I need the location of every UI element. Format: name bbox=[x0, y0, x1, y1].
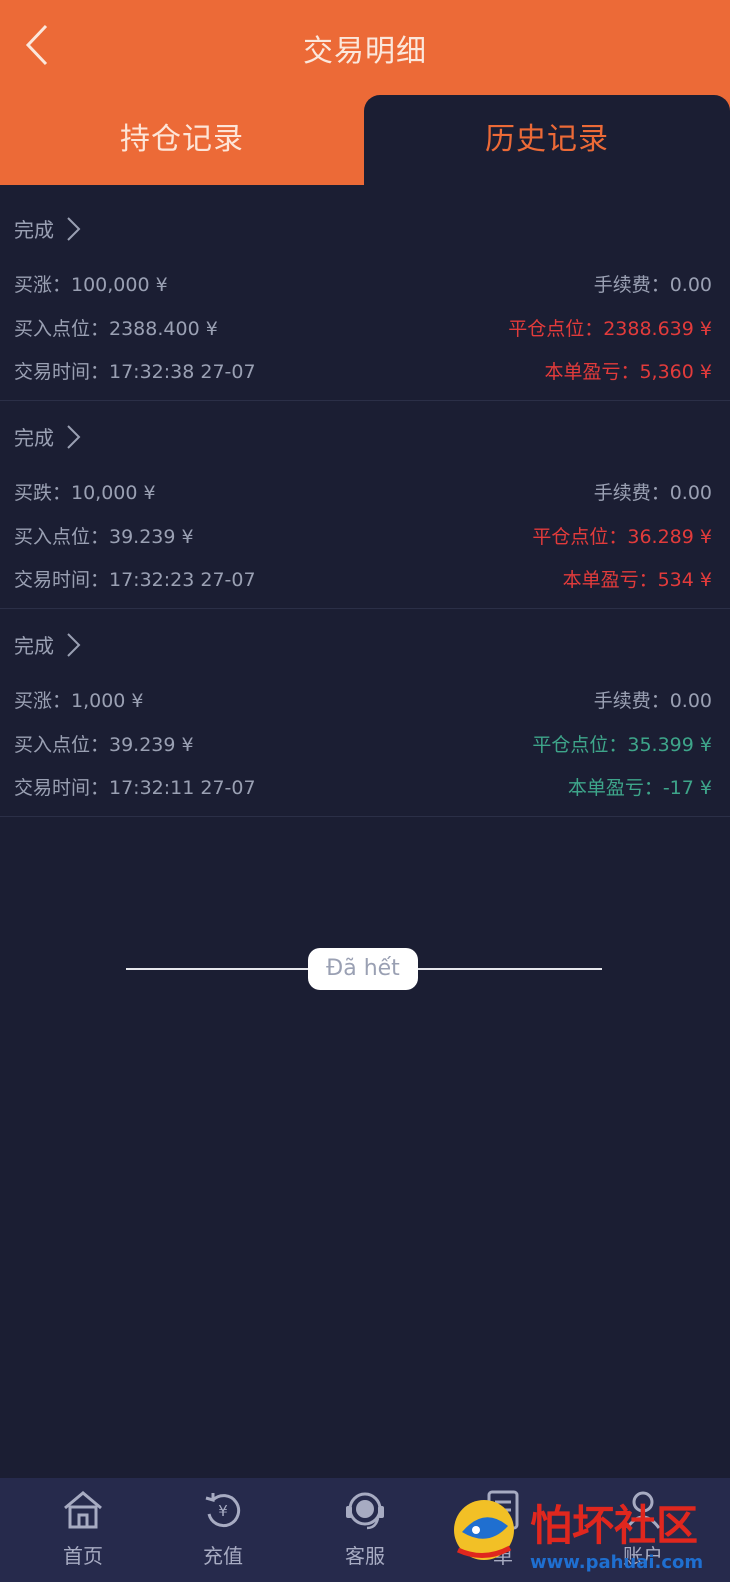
fee-value: 手续费：0.00 bbox=[593, 274, 712, 296]
watermark-logo: 怕坏社区 www.pahuai.com bbox=[448, 1490, 724, 1578]
entry-price: 买入点位：39.239 ¥ bbox=[14, 734, 194, 756]
page-title: 交易明细 bbox=[303, 34, 427, 69]
direction-amount: 买涨：100,000 ¥ bbox=[14, 274, 168, 296]
trade-record[interactable]: 完成 买涨：100,000 ¥ 手续费：0.00 买入点位：2388.400 ¥… bbox=[0, 192, 730, 401]
end-of-list-label: Đã hết bbox=[308, 948, 418, 990]
fee-value: 手续费：0.00 bbox=[593, 690, 712, 712]
svg-text:怕坏社区: 怕坏社区 bbox=[530, 1501, 698, 1550]
direction-amount: 买跌：10,000 ¥ bbox=[14, 482, 156, 504]
close-price: 平仓点位：35.399 ¥ bbox=[532, 734, 712, 756]
chevron-right-icon bbox=[67, 216, 81, 241]
watermark-logo-image: 怕坏社区 www.pahuai.com bbox=[454, 1500, 703, 1573]
svg-text:www.pahuai.com: www.pahuai.com bbox=[530, 1552, 703, 1573]
status-label: 完成 bbox=[14, 218, 54, 242]
trade-time: 交易时间：17:32:11 27-07 bbox=[14, 777, 256, 799]
chevron-right-icon bbox=[67, 632, 81, 657]
fee-value: 手续费：0.00 bbox=[593, 482, 712, 504]
nav-label: 客服 bbox=[345, 1544, 385, 1568]
header: 交易明细 持仓记录 历史记录 bbox=[0, 0, 730, 185]
tab-positions[interactable]: 持仓记录 bbox=[0, 95, 364, 185]
chevron-right-icon bbox=[67, 424, 81, 449]
nav-label: 充值 bbox=[203, 1544, 243, 1568]
entry-price: 买入点位：2388.400 ¥ bbox=[14, 318, 218, 340]
svg-text:¥: ¥ bbox=[218, 1502, 228, 1520]
trade-time: 交易时间：17:32:23 27-07 bbox=[14, 569, 256, 591]
record-status[interactable]: 完成 bbox=[14, 422, 82, 451]
trade-record[interactable]: 完成 买跌：10,000 ¥ 手续费：0.00 买入点位：39.239 ¥ 平仓… bbox=[0, 400, 730, 609]
record-status[interactable]: 完成 bbox=[14, 630, 82, 659]
customer-service-icon bbox=[346, 1492, 384, 1530]
profit-loss: 本单盈亏：5,360 ¥ bbox=[544, 361, 712, 383]
recharge-icon: ¥ bbox=[205, 1493, 241, 1528]
status-label: 完成 bbox=[14, 634, 54, 658]
trade-time: 交易时间：17:32:38 27-07 bbox=[14, 361, 256, 383]
direction-amount: 买涨：1,000 ¥ bbox=[14, 690, 144, 712]
nav-customer-service[interactable]: 客服 bbox=[292, 1478, 438, 1582]
status-label: 完成 bbox=[14, 426, 54, 450]
close-price: 平仓点位：2388.639 ¥ bbox=[508, 318, 712, 340]
nav-recharge[interactable]: ¥ 充值 bbox=[150, 1478, 296, 1582]
nav-label: 首页 bbox=[63, 1544, 103, 1568]
trade-record[interactable]: 完成 买涨：1,000 ¥ 手续费：0.00 买入点位：39.239 ¥ 平仓点… bbox=[0, 608, 730, 817]
home-icon bbox=[64, 1491, 102, 1529]
close-price: 平仓点位：36.289 ¥ bbox=[532, 526, 712, 548]
profit-loss: 本单盈亏：534 ¥ bbox=[562, 569, 712, 591]
nav-home[interactable]: 首页 bbox=[10, 1478, 156, 1582]
record-status[interactable]: 完成 bbox=[14, 214, 82, 243]
tab-history[interactable]: 历史记录 bbox=[364, 95, 730, 185]
profit-loss: 本单盈亏：-17 ¥ bbox=[567, 777, 712, 799]
entry-price: 买入点位：39.239 ¥ bbox=[14, 526, 194, 548]
